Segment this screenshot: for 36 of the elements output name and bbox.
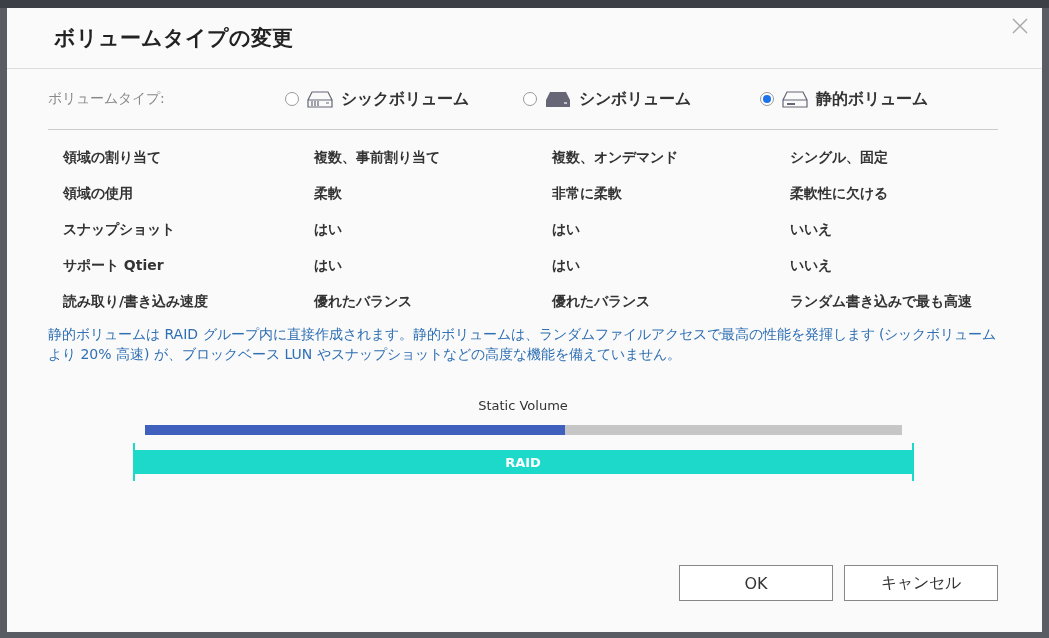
table-cell-text: はい xyxy=(552,256,581,275)
row-header: スナップショット xyxy=(63,220,176,239)
drive-icon xyxy=(544,90,571,108)
dialog-title: ボリュームタイプの変更 xyxy=(54,25,293,52)
table-cell-text: 複数、オンデマンド xyxy=(552,148,679,167)
table-cell-text: いいえ xyxy=(790,256,833,275)
option-label[interactable]: 静的ボリューム xyxy=(816,88,929,110)
row-header: サポート Qtier xyxy=(63,256,165,275)
option-label[interactable]: シックボリューム xyxy=(340,88,469,110)
ok-button[interactable]: OK xyxy=(679,565,833,601)
radio-button[interactable] xyxy=(760,92,775,106)
table-cell-text: 優れたバランス xyxy=(552,292,651,311)
table-cell-text: いいえ xyxy=(790,220,833,239)
table-cell-text: シングル、固定 xyxy=(790,148,889,167)
row-header: 領域の割り当て xyxy=(63,148,162,167)
table-cell-text: はい xyxy=(314,256,343,275)
row-header: 読み取り/書き込み速度 xyxy=(63,292,210,311)
table-cell-text: 柔軟 xyxy=(314,184,343,203)
table-cell-text: はい xyxy=(314,220,343,239)
drive-icon xyxy=(306,90,333,108)
radio-button[interactable] xyxy=(522,92,537,106)
table-cell-text: 非常に柔軟 xyxy=(552,184,623,203)
raid-bar: RAID xyxy=(134,450,912,474)
option-label[interactable]: シンボリューム xyxy=(578,88,691,110)
table-cell-text: 柔軟性に欠ける xyxy=(790,184,889,203)
table-cell-text: はい xyxy=(552,220,581,239)
volume-label: Static Volume xyxy=(478,398,568,413)
table-cell-text: 優れたバランス xyxy=(314,292,413,311)
field-label: ボリュームタイプ: xyxy=(48,90,166,108)
table-cell-text: 複数、事前割り当て xyxy=(314,148,441,167)
drive-icon xyxy=(782,90,809,108)
table-cell-text: ランダム書き込みで最も高速 xyxy=(790,292,973,311)
cancel-button[interactable]: キャンセル xyxy=(844,565,998,601)
description-text: 静的ボリュームは RAID グループ内に直接作成されます。静的ボリュームは、ランダムファイルアクセスで最高の性能を発揮します (シックボリュームより 20% 高速) が、ブロックベース LUN やスナップショットなどの高度な機能を備えていません。 xyxy=(48,325,998,364)
radio-button[interactable] xyxy=(284,92,299,106)
row-header: 領域の使用 xyxy=(63,184,134,203)
